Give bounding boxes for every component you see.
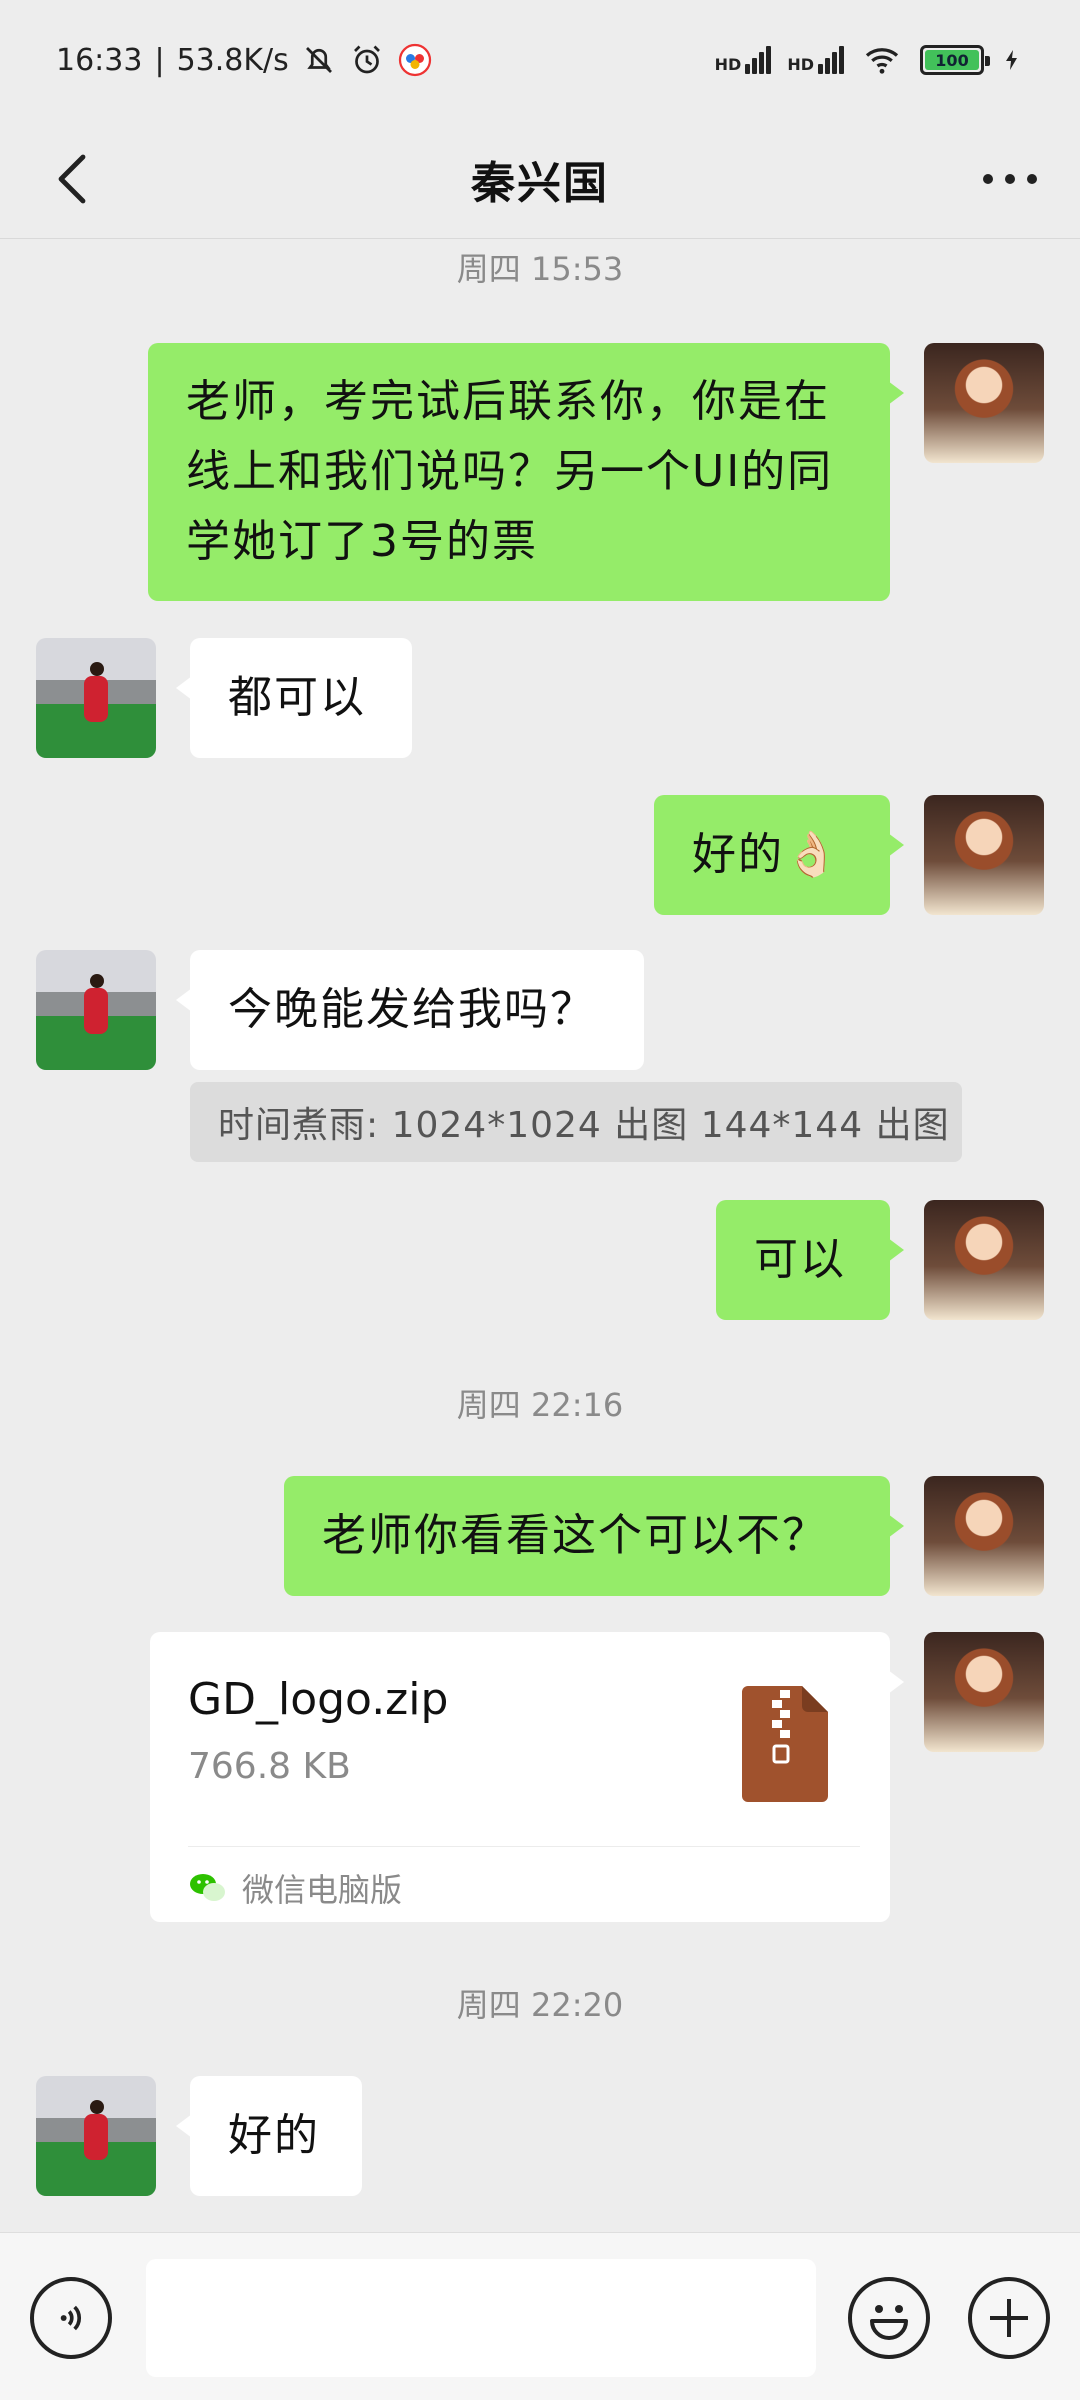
wechat-icon <box>190 1874 225 1901</box>
my-avatar[interactable] <box>924 343 1044 463</box>
back-button[interactable] <box>34 140 112 218</box>
message-bubble-sent[interactable]: 老师，考完试后联系你，你是在线上和我们说吗？另一个UI的同学她订了3号的票 <box>148 343 904 601</box>
message-bubble-received[interactable]: 都可以 <box>176 638 412 758</box>
timestamp: 周四 22:20 <box>456 1986 624 2024</box>
more-dots-icon <box>983 174 1037 184</box>
alarm-icon <box>353 45 380 74</box>
signal-1-icon: HD <box>715 46 772 74</box>
contact-avatar[interactable] <box>36 638 156 758</box>
more-options-button[interactable] <box>970 144 1050 214</box>
message-text: 老师你看看这个可以不？ <box>322 1510 828 1561</box>
timestamp: 周四 15:53 <box>456 250 624 288</box>
plus-icon <box>990 2299 1028 2337</box>
signal-2-icon: HD <box>787 46 844 74</box>
file-name: GD_logo.zip <box>188 1674 449 1725</box>
status-right: HD HD 100 <box>715 42 1024 78</box>
status-left: 16:33 | 53.8K/s <box>56 42 433 78</box>
wifi-icon <box>865 48 899 74</box>
message-bubble-sent[interactable]: 可以 <box>716 1200 904 1320</box>
voice-input-button[interactable] <box>30 2277 112 2359</box>
message-bubble-sent[interactable]: 好的👌🏻 <box>654 795 904 915</box>
message-text: 今晚能发给我吗？ <box>228 984 596 1035</box>
battery-icon: 100 <box>920 45 990 75</box>
voice-icon <box>60 2305 82 2331</box>
net-speed: 53.8K/s <box>176 42 289 78</box>
input-bar <box>0 2232 1080 2400</box>
status-bar: 16:33 | 53.8K/s HD HD 100 <box>0 0 1080 120</box>
my-avatar[interactable] <box>924 1200 1044 1320</box>
charging-icon <box>1006 50 1017 70</box>
app-notification-icon <box>398 43 431 77</box>
emoji-button[interactable] <box>848 2277 930 2359</box>
contact-avatar[interactable] <box>36 2076 156 2196</box>
mute-bell-icon <box>305 47 332 73</box>
message-text: 都可以 <box>228 672 366 723</box>
message-bubble-received[interactable]: 今晚能发给我吗？ <box>176 950 644 1070</box>
contact-avatar[interactable] <box>36 950 156 1070</box>
quoted-reply[interactable]: 时间煮雨: 1024*1024 出图 144*144 出图 <box>190 1082 962 1162</box>
message-bubble-sent[interactable]: 老师你看看这个可以不？ <box>284 1476 904 1596</box>
my-avatar[interactable] <box>924 795 1044 915</box>
quoted-text: 时间煮雨: 1024*1024 出图 144*144 出图 <box>218 1105 950 1146</box>
message-input[interactable] <box>146 2259 816 2377</box>
my-avatar[interactable] <box>924 1476 1044 1596</box>
back-arrow-icon <box>58 154 86 204</box>
message-bubble-received[interactable]: 好的 <box>176 2076 362 2196</box>
message-text: 好的 <box>228 2110 320 2161</box>
chat-title: 秦兴国 <box>471 158 609 209</box>
file-source: 微信电脑版 <box>188 1858 402 1918</box>
zip-file-icon <box>742 1686 828 1802</box>
message-text: 好的👌🏻 <box>692 829 841 880</box>
more-functions-button[interactable] <box>968 2277 1050 2359</box>
file-message-card[interactable]: GD_logo.zip 766.8 KB 微信电脑版 <box>150 1632 904 1922</box>
my-avatar[interactable] <box>924 1632 1044 1752</box>
file-size: 766.8 KB <box>188 1746 351 1787</box>
file-divider <box>188 1846 860 1847</box>
timestamp: 周四 22:16 <box>456 1386 624 1424</box>
chat-screen: 16:33 | 53.8K/s HD HD 100 秦兴国 周四 15:53 老… <box>0 0 1080 2400</box>
file-source-label: 微信电脑版 <box>242 1871 403 1909</box>
message-text: 老师，考完试后联系你，你是在线上和我们说吗？另一个UI的同学她订了3号的票 <box>186 376 834 567</box>
chat-header: 秦兴国 <box>0 120 1080 239</box>
clock: 16:33 <box>56 42 143 78</box>
message-text: 可以 <box>754 1234 846 1285</box>
emoji-icon <box>870 2305 908 2340</box>
separator: | <box>154 42 165 78</box>
